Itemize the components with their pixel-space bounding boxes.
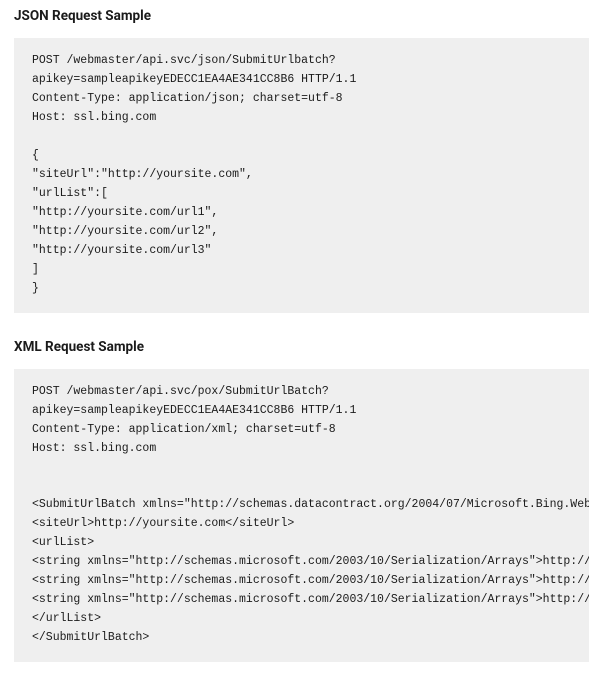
json-sample-heading: JSON Request Sample [14,8,589,24]
xml-sample-heading: XML Request Sample [14,339,589,355]
xml-sample-code: POST /webmaster/api.svc/pox/SubmitUrlBat… [14,369,589,663]
json-sample-code: POST /webmaster/api.svc/json/SubmitUrlba… [14,38,589,313]
